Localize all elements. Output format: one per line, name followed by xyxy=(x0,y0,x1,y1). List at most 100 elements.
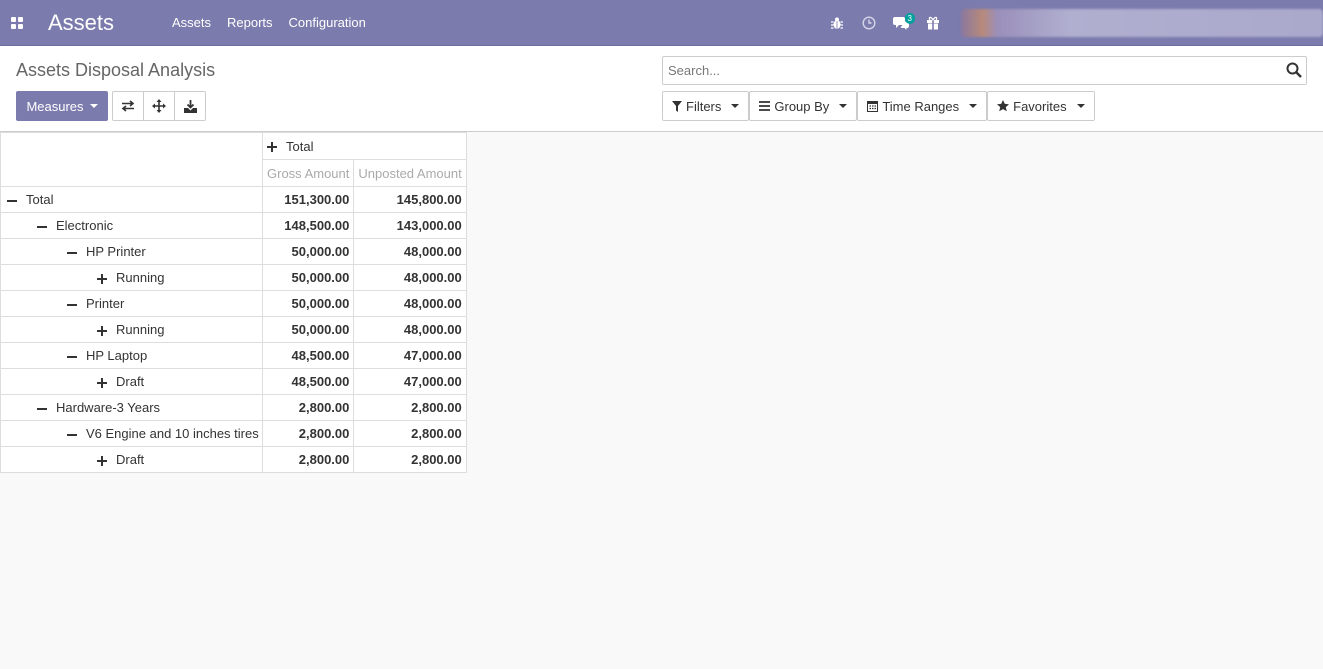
table-row: Running 50,000.00 48,000.00 xyxy=(0,316,467,343)
table-row: Hardware-3 Years 2,800.00 2,800.00 xyxy=(0,394,467,421)
menu-configuration[interactable]: Configuration xyxy=(289,15,366,30)
measures-button[interactable]: Measures xyxy=(16,91,108,121)
gift-icon[interactable] xyxy=(917,0,949,46)
search-icon[interactable] xyxy=(1286,62,1302,81)
row-header[interactable]: Electronic xyxy=(0,212,263,239)
group-by-button[interactable]: Group By xyxy=(749,91,858,121)
row-header[interactable]: Hardware-3 Years xyxy=(0,394,263,421)
download-icon[interactable] xyxy=(174,91,206,121)
cell-unposted[interactable]: 2,800.00 xyxy=(353,420,467,447)
table-row: Printer 50,000.00 48,000.00 xyxy=(0,290,467,317)
plus-icon xyxy=(97,455,107,466)
caret-down-icon xyxy=(1076,104,1085,108)
row-header-label: Total xyxy=(26,192,54,207)
row-header[interactable]: Running xyxy=(0,264,263,291)
flip-axis-icon[interactable] xyxy=(112,91,144,121)
calendar-icon xyxy=(867,101,879,112)
cell-gross[interactable]: 50,000.00 xyxy=(261,290,355,317)
row-header[interactable]: Draft xyxy=(0,368,263,395)
table-row: HP Printer 50,000.00 48,000.00 xyxy=(0,238,467,265)
cell-unposted[interactable]: 48,000.00 xyxy=(353,264,467,291)
clock-icon[interactable] xyxy=(853,0,885,46)
row-header-label: Running xyxy=(116,270,165,285)
minus-icon xyxy=(67,352,77,362)
cell-unposted[interactable]: 48,000.00 xyxy=(353,316,467,343)
caret-down-icon xyxy=(731,104,740,108)
minus-icon xyxy=(7,196,17,206)
menu-assets[interactable]: Assets xyxy=(172,15,211,30)
messages-icon[interactable]: 3 xyxy=(885,0,917,46)
cell-unposted[interactable]: 2,800.00 xyxy=(353,446,467,473)
cell-unposted[interactable]: 47,000.00 xyxy=(353,342,467,369)
plus-icon xyxy=(97,273,107,284)
row-header-label: Draft xyxy=(116,374,145,389)
plus-icon xyxy=(97,377,107,388)
minus-icon xyxy=(67,430,77,440)
filters-button[interactable]: Filters xyxy=(662,91,750,121)
search-options: Filters Group By Time Ranges Favorites xyxy=(662,91,1095,121)
pivot-corner xyxy=(0,132,263,187)
group-by-label: Group By xyxy=(774,98,830,114)
user-menu-avatar[interactable] xyxy=(961,9,1323,37)
row-header[interactable]: HP Laptop xyxy=(0,342,263,369)
filters-label: Filters xyxy=(686,98,722,114)
cell-gross[interactable]: 2,800.00 xyxy=(261,420,355,447)
row-header[interactable]: Running xyxy=(0,316,263,343)
cell-unposted[interactable]: 47,000.00 xyxy=(353,368,467,395)
row-header-label: V6 Engine and 10 inches tires xyxy=(86,426,259,441)
time-ranges-label: Time Ranges xyxy=(882,98,960,114)
cell-gross[interactable]: 48,500.00 xyxy=(261,368,355,395)
cell-gross[interactable]: 148,500.00 xyxy=(261,212,355,239)
caret-down-icon xyxy=(969,104,978,108)
apps-menu-icon[interactable] xyxy=(1,0,33,46)
table-row: HP Laptop 48,500.00 47,000.00 xyxy=(0,342,467,369)
column-header-total[interactable]: Total xyxy=(262,132,467,160)
cell-unposted[interactable]: 145,800.00 xyxy=(353,186,467,213)
table-row: Draft 2,800.00 2,800.00 xyxy=(0,446,467,473)
cell-gross[interactable]: 151,300.00 xyxy=(261,186,355,213)
row-header-label: Draft xyxy=(116,452,145,467)
cell-gross[interactable]: 48,500.00 xyxy=(261,342,355,369)
caret-down-icon xyxy=(89,104,98,108)
row-header[interactable]: V6 Engine and 10 inches tires xyxy=(0,420,263,447)
app-brand[interactable]: Assets xyxy=(48,10,156,36)
row-header-label: Hardware-3 Years xyxy=(56,400,161,415)
measure-header-gross[interactable]: Gross Amount xyxy=(261,159,355,187)
control-panel: Assets Disposal Analysis Measures Filter… xyxy=(0,46,1323,132)
time-ranges-button[interactable]: Time Ranges xyxy=(857,91,988,121)
caret-down-icon xyxy=(839,104,848,108)
bug-icon[interactable] xyxy=(821,0,853,46)
measure-header-unposted[interactable]: Unposted Amount xyxy=(353,159,467,187)
cell-unposted[interactable]: 48,000.00 xyxy=(353,290,467,317)
cell-gross[interactable]: 50,000.00 xyxy=(261,264,355,291)
menu-reports[interactable]: Reports xyxy=(227,15,273,30)
minus-icon xyxy=(67,248,77,258)
cell-gross[interactable]: 2,800.00 xyxy=(261,446,355,473)
table-row: Total 151,300.00 145,800.00 xyxy=(0,186,467,213)
cell-gross[interactable]: 2,800.00 xyxy=(261,394,355,421)
table-row: V6 Engine and 10 inches tires 2,800.00 2,8… xyxy=(0,420,467,447)
table-row: Draft 48,500.00 47,000.00 xyxy=(0,368,467,395)
row-header-label: HP Laptop xyxy=(86,348,148,363)
cell-unposted[interactable]: 2,800.00 xyxy=(353,394,467,421)
cell-unposted[interactable]: 143,000.00 xyxy=(353,212,467,239)
row-header[interactable]: Draft xyxy=(0,446,263,473)
expand-all-icon[interactable] xyxy=(143,91,175,121)
table-row: Running 50,000.00 48,000.00 xyxy=(0,264,467,291)
row-header[interactable]: Total xyxy=(0,186,263,213)
row-header[interactable]: HP Printer xyxy=(0,238,263,265)
cell-gross[interactable]: 50,000.00 xyxy=(261,316,355,343)
search-input[interactable] xyxy=(663,57,1263,84)
filter-icon xyxy=(672,100,682,112)
top-navbar: Assets Assets Reports Configuration 3 xyxy=(0,0,1323,46)
pivot-actions xyxy=(112,91,206,121)
row-header-label: HP Printer xyxy=(86,244,146,259)
favorites-button[interactable]: Favorites xyxy=(987,91,1095,121)
cell-gross[interactable]: 50,000.00 xyxy=(261,238,355,265)
search-box xyxy=(662,56,1307,85)
table-row: Electronic 148,500.00 143,000.00 xyxy=(0,212,467,239)
star-icon xyxy=(997,100,1010,112)
page-title: Assets Disposal Analysis xyxy=(16,60,216,80)
cell-unposted[interactable]: 48,000.00 xyxy=(353,238,467,265)
row-header[interactable]: Printer xyxy=(0,290,263,317)
